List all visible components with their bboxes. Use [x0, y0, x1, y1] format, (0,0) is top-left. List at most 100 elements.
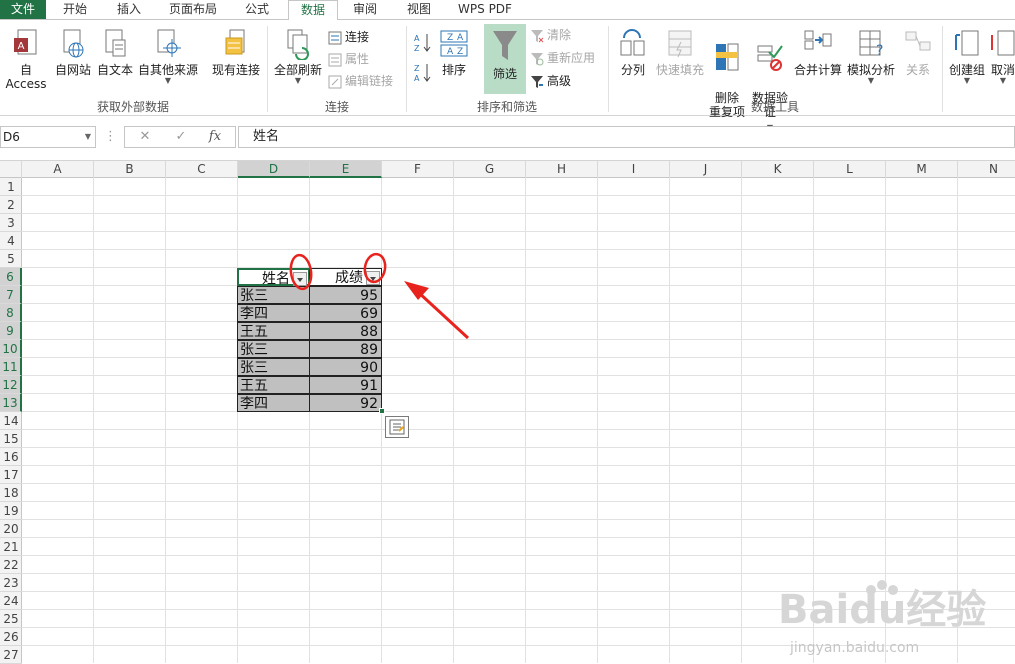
cell-score[interactable]: 95	[309, 286, 382, 304]
header-cell-score[interactable]: 成绩	[309, 268, 382, 286]
row-header-8[interactable]: 8	[0, 304, 22, 322]
menu-home[interactable]: 开始	[52, 0, 98, 20]
ungroup-button[interactable]: 取消 ▼	[988, 28, 1015, 85]
cell-name[interactable]: 张三	[237, 340, 310, 358]
select-all-corner[interactable]	[0, 161, 22, 178]
existing-connections-button[interactable]: 现有连接	[208, 28, 264, 77]
column-header-d[interactable]: D	[238, 161, 310, 178]
row-header-23[interactable]: 23	[0, 574, 22, 592]
enter-icon[interactable]: ✓	[170, 127, 192, 147]
cell-name[interactable]: 李四	[237, 304, 310, 322]
consolidate-button[interactable]: 合并计算	[792, 28, 844, 77]
menu-wps-pdf[interactable]: WPS PDF	[452, 0, 518, 20]
row-header-11[interactable]: 11	[0, 358, 22, 376]
column-header-i[interactable]: I	[598, 161, 670, 178]
column-header-c[interactable]: C	[166, 161, 238, 178]
from-text-button[interactable]: 自文本	[94, 28, 136, 77]
row-header-21[interactable]: 21	[0, 538, 22, 556]
cell-name[interactable]: 张三	[237, 286, 310, 304]
sort-button[interactable]: Z A A Z 排序	[436, 28, 472, 77]
header-cell-name[interactable]: 姓名	[237, 268, 310, 287]
cell-score[interactable]: 91	[309, 376, 382, 394]
cell-score[interactable]: 69	[309, 304, 382, 322]
filter-dropdown-icon[interactable]	[293, 272, 307, 286]
from-other-sources-button[interactable]: 自其他来源 ▼	[136, 28, 200, 85]
menu-view[interactable]: 视图	[396, 0, 442, 20]
row-header-4[interactable]: 4	[0, 232, 22, 250]
relationships-button[interactable]: 关系	[898, 28, 938, 77]
row-header-19[interactable]: 19	[0, 502, 22, 520]
cell-score[interactable]: 90	[309, 358, 382, 376]
row-header-20[interactable]: 20	[0, 520, 22, 538]
column-header-b[interactable]: B	[94, 161, 166, 178]
group-button[interactable]: 创建组 ▼	[946, 28, 988, 85]
cell-name[interactable]: 李四	[237, 394, 310, 412]
connections-button[interactable]: 连接	[328, 28, 369, 46]
row-header-14[interactable]: 14	[0, 412, 22, 430]
flash-fill-button[interactable]: 快速填充	[654, 28, 706, 77]
menu-data[interactable]: 数据	[288, 0, 338, 21]
filter-button[interactable]: 筛选	[484, 24, 526, 94]
row-header-22[interactable]: 22	[0, 556, 22, 574]
row-header-3[interactable]: 3	[0, 214, 22, 232]
cell-name[interactable]: 张三	[237, 358, 310, 376]
row-header-15[interactable]: 15	[0, 430, 22, 448]
fill-handle[interactable]	[379, 408, 385, 414]
what-if-analysis-button[interactable]: ? 模拟分析 ▼	[844, 28, 898, 85]
menu-insert[interactable]: 插入	[106, 0, 152, 20]
menu-page-layout[interactable]: 页面布局	[160, 0, 226, 20]
row-header-18[interactable]: 18	[0, 484, 22, 502]
row-header-13[interactable]: 13	[0, 394, 22, 412]
column-header-m[interactable]: M	[886, 161, 958, 178]
column-header-j[interactable]: J	[670, 161, 742, 178]
chevron-down-icon[interactable]: ▼	[85, 127, 91, 147]
quick-analysis-button[interactable]	[385, 416, 409, 438]
cell-name[interactable]: 王五	[237, 322, 310, 340]
row-header-26[interactable]: 26	[0, 628, 22, 646]
cell-score[interactable]: 89	[309, 340, 382, 358]
from-access-button[interactable]: A 自 Access	[0, 28, 52, 91]
edit-links-button[interactable]: 编辑链接	[328, 72, 393, 90]
clear-filter-button[interactable]: 清除	[530, 26, 571, 44]
row-header-24[interactable]: 24	[0, 592, 22, 610]
formula-input[interactable]: 姓名	[238, 126, 1015, 148]
column-header-h[interactable]: H	[526, 161, 598, 178]
name-box[interactable]: D6 ▼	[0, 126, 96, 148]
column-header-f[interactable]: F	[382, 161, 454, 178]
filter-dropdown-icon[interactable]	[366, 271, 380, 285]
cell-name[interactable]: 王五	[237, 376, 310, 394]
menu-formulas[interactable]: 公式	[234, 0, 280, 20]
column-header-g[interactable]: G	[454, 161, 526, 178]
sort-az-icon[interactable]: A Z	[414, 32, 432, 52]
row-header-16[interactable]: 16	[0, 448, 22, 466]
row-header-2[interactable]: 2	[0, 196, 22, 214]
insert-function-icon[interactable]: fx	[204, 127, 226, 147]
column-header-n[interactable]: N	[958, 161, 1015, 178]
row-header-27[interactable]: 27	[0, 646, 22, 664]
from-web-button[interactable]: 自网站	[52, 28, 94, 77]
row-header-6[interactable]: 6	[0, 268, 22, 286]
column-header-e[interactable]: E	[310, 161, 382, 178]
row-header-10[interactable]: 10	[0, 340, 22, 358]
column-header-l[interactable]: L	[814, 161, 886, 178]
cell-score[interactable]: 88	[309, 322, 382, 340]
cell-score[interactable]: 92	[309, 394, 382, 412]
menu-file[interactable]: 文件	[0, 0, 46, 20]
column-header-a[interactable]: A	[22, 161, 94, 178]
row-header-5[interactable]: 5	[0, 250, 22, 268]
row-header-12[interactable]: 12	[0, 376, 22, 394]
column-header-k[interactable]: K	[742, 161, 814, 178]
properties-button[interactable]: 属性	[328, 50, 369, 68]
sort-za-icon[interactable]: Z A	[414, 62, 432, 82]
row-header-25[interactable]: 25	[0, 610, 22, 628]
row-header-1[interactable]: 1	[0, 178, 22, 196]
reapply-button[interactable]: 重新应用	[530, 49, 595, 67]
row-header-9[interactable]: 9	[0, 322, 22, 340]
advanced-filter-button[interactable]: 高级	[530, 72, 571, 90]
cancel-icon[interactable]: ✕	[134, 127, 156, 147]
refresh-all-button[interactable]: 全部刷新 ▼	[270, 28, 326, 85]
row-header-17[interactable]: 17	[0, 466, 22, 484]
row-header-7[interactable]: 7	[0, 286, 22, 304]
text-to-columns-button[interactable]: 分列	[612, 28, 654, 77]
menu-review[interactable]: 审阅	[342, 0, 388, 20]
